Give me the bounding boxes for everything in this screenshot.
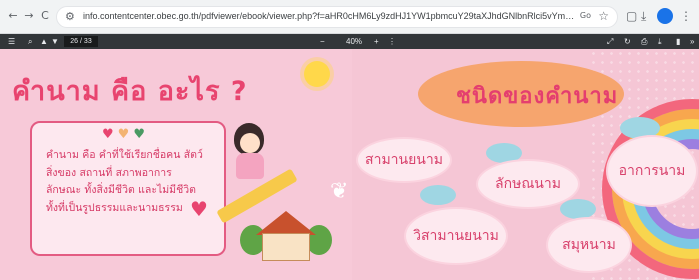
- profile-avatar[interactable]: [657, 8, 673, 24]
- definition-line: คำนาม คือ คำที่ใช้เรียกชื่อคน สัตว์: [46, 149, 203, 161]
- page-current[interactable]: 26: [70, 38, 78, 45]
- girl-body: [236, 153, 264, 179]
- overflow-icon[interactable]: »: [690, 36, 694, 47]
- cloud-illustration: [560, 199, 596, 219]
- zoom-in-button[interactable]: +: [374, 36, 379, 47]
- address-bar[interactable]: ⚙ info.contentcenter.obec.go.th/pdfviewe…: [56, 6, 618, 28]
- bookmark-star-icon[interactable]: ☆: [598, 9, 609, 23]
- hearts-decoration: ♥♥♥: [102, 127, 149, 142]
- extensions-icon[interactable]: ▢: [626, 8, 637, 24]
- rotate-icon[interactable]: ↻: [624, 36, 631, 47]
- noun-type-abstract: อาการนาม: [606, 135, 698, 207]
- right-page-title: ชนิดของคำนาม: [456, 84, 619, 109]
- noun-type-collective: สมุหนาม: [546, 217, 632, 273]
- zoom-level[interactable]: 40%: [346, 36, 362, 47]
- fit-page-icon[interactable]: ⤢: [607, 36, 613, 47]
- noun-type-proper: วิสามานยนาม: [404, 207, 508, 265]
- bunny-illustration: ❦: [330, 179, 349, 204]
- house-illustration: [262, 233, 310, 261]
- reload-button[interactable]: C: [38, 9, 52, 23]
- browser-menu-icon[interactable]: ⋮: [680, 8, 692, 24]
- forward-button[interactable]: →: [22, 9, 36, 23]
- print-icon[interactable]: ⎙: [641, 36, 647, 47]
- finger-heart-icon: ♥: [190, 197, 208, 221]
- site-info-icon[interactable]: ⚙: [65, 10, 75, 23]
- sun-illustration: [304, 61, 330, 87]
- browser-toolbar: ← → C ⚙ info.contentcenter.obec.go.th/pd…: [0, 0, 699, 34]
- screen: ← → C ⚙ info.contentcenter.obec.go.th/pd…: [0, 0, 699, 280]
- noun-type-classifier: ลักษณนาม: [476, 159, 580, 209]
- zoom-out-button[interactable]: −: [320, 36, 325, 47]
- cloud-illustration: [420, 185, 456, 205]
- girl-face: [240, 133, 260, 153]
- page-up-icon[interactable]: ▲: [40, 36, 48, 47]
- noun-type-common: สามานยนาม: [356, 137, 452, 183]
- back-button[interactable]: ←: [6, 9, 20, 23]
- definition-line: สิ่งของ สถานที่ สภาพอาการ: [46, 166, 172, 179]
- download-icon[interactable]: ⤓: [641, 8, 646, 24]
- page-number-input[interactable]: 26 / 33: [64, 36, 98, 47]
- download-pdf-icon[interactable]: ⤓: [658, 36, 662, 47]
- right-page: ชนิดของคำนาม สามานยนาม ลักษณนาม อาการนาม…: [352, 49, 699, 280]
- definition-card: ♥♥♥ คำนาม คือ คำที่ใช้เรียกชื่อคน สัตว์ …: [30, 121, 226, 256]
- url-text[interactable]: info.contentcenter.obec.go.th/pdfviewer/…: [83, 11, 579, 21]
- pdf-page-spread: คำนาม คือ อะไร ? ♥♥♥ คำนาม คือ คำที่ใช้เ…: [0, 49, 699, 280]
- page-total: / 33: [80, 38, 92, 45]
- translate-icon[interactable]: Go: [580, 11, 591, 20]
- search-icon[interactable]: ⌕: [28, 36, 32, 47]
- left-page-title: คำนาม คือ อะไร ?: [12, 76, 248, 107]
- left-page: คำนาม คือ อะไร ? ♥♥♥ คำนาม คือ คำที่ใช้เ…: [0, 49, 352, 280]
- house-roof: [256, 211, 316, 235]
- sidebar-toggle-icon[interactable]: ☰: [8, 36, 15, 47]
- page-down-icon[interactable]: ▼: [51, 36, 59, 47]
- pdf-toolbar: ☰ ⌕ ▲ ▼ 26 / 33 − 40% + ⋮ ⤢ ↻ ⎙ ⤓ ▮ »: [0, 34, 699, 49]
- bookmark-icon[interactable]: ▮: [676, 36, 680, 47]
- more-options-icon[interactable]: ⋮: [388, 36, 396, 47]
